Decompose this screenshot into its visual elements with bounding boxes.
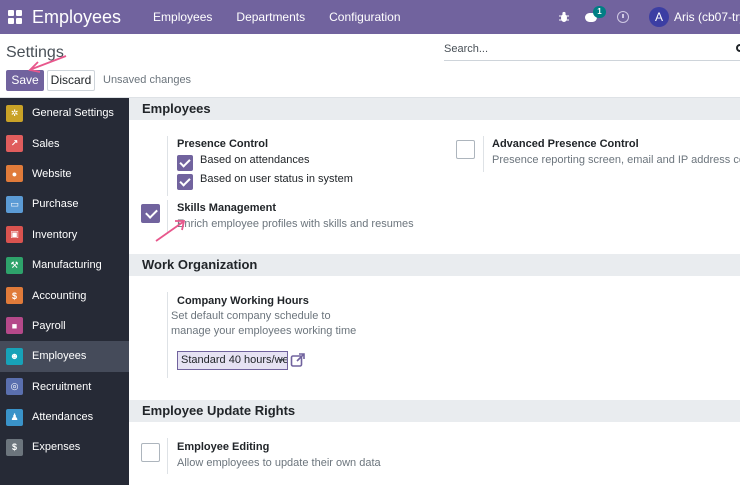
employee-editing-checkbox[interactable] xyxy=(141,443,160,462)
employee-editing-label: Employee Editing xyxy=(177,441,270,453)
section-employees-title: Employees xyxy=(129,98,740,120)
menu-configuration[interactable]: Configuration xyxy=(329,10,400,24)
sidebar-item-manufacturing[interactable]: ⚒ Manufacturing xyxy=(0,250,129,280)
box-icon: ▣ xyxy=(6,226,23,244)
sidebar-item-recruitment[interactable]: ◎ Recruitment xyxy=(0,372,129,402)
advanced-presence-description: Presence reporting screen, email and IP … xyxy=(492,154,740,166)
sidebar-item-label: General Settings xyxy=(32,107,114,120)
settings-main: Employees Presence Control Based on atte… xyxy=(129,98,740,485)
activity-clock-icon[interactable] xyxy=(617,11,629,23)
sidebar-item-inventory[interactable]: ▣ Inventory xyxy=(0,220,129,250)
external-link-icon[interactable] xyxy=(290,352,306,368)
sidebar-item-employees[interactable]: ☻ Employees xyxy=(0,341,129,372)
search-input[interactable] xyxy=(444,41,734,55)
user-name[interactable]: Aris (cb07-try01 xyxy=(674,10,740,24)
menu-employees[interactable]: Employees xyxy=(153,10,212,24)
company-working-hours-label: Company Working Hours xyxy=(177,295,309,307)
sidebar-item-label: Sales xyxy=(32,137,60,150)
sidebar-item-label: Manufacturing xyxy=(32,259,102,272)
advanced-presence-label: Advanced Presence Control xyxy=(492,138,639,150)
bug-icon[interactable] xyxy=(557,10,571,24)
app-brand[interactable]: Employees xyxy=(32,7,121,28)
sidebar-item-general-settings[interactable]: ✲ General Settings xyxy=(0,98,129,128)
sidebar-item-website[interactable]: ● Website xyxy=(0,159,129,189)
annotation-arrow-icon xyxy=(155,220,186,242)
wrench-icon: ⚒ xyxy=(6,256,23,274)
sidebar-item-expenses[interactable]: $ Expenses xyxy=(0,432,129,462)
employee-editing-description: Allow employees to update their own data xyxy=(177,457,381,469)
presence-control-label: Presence Control xyxy=(177,138,269,150)
user-clock-icon: ♟ xyxy=(6,408,23,426)
sidebar-item-label: Employees xyxy=(32,350,87,363)
working-hours-description-line2: manage your employees working time xyxy=(171,325,357,337)
sidebar-item-label: Recruitment xyxy=(32,380,92,393)
top-navbar: Employees Employees Departments Configur… xyxy=(0,0,740,34)
chat-icon[interactable]: 1 xyxy=(585,6,606,24)
sidebar-item-sales[interactable]: ↗ Sales xyxy=(0,128,129,158)
sidebar-item-attendances[interactable]: ♟ Attendances xyxy=(0,402,129,432)
doc-icon: $ xyxy=(6,287,23,305)
working-hours-select-value: Standard 40 hours/we xyxy=(181,354,288,366)
section-work-organization-title: Work Organization xyxy=(129,254,740,276)
sidebar-item-label: Payroll xyxy=(32,319,66,332)
control-panel: Settings Save Discard Unsaved changes xyxy=(0,34,740,98)
chart-icon: ↗ xyxy=(6,135,23,153)
annotation-arrow-icon xyxy=(28,55,67,73)
divider xyxy=(483,136,484,172)
based-on-user-status-label[interactable]: Based on user status in system xyxy=(200,173,353,185)
payroll-icon: ■ xyxy=(6,317,23,335)
divider xyxy=(167,292,168,378)
sidebar-item-accounting[interactable]: $ Accounting xyxy=(0,280,129,310)
gear-icon: ✲ xyxy=(6,104,23,122)
settings-sidebar: ✲ General Settings ↗ Sales ● Website ▭ P… xyxy=(0,98,129,485)
working-hours-select[interactable]: Standard 40 hours/we xyxy=(177,351,288,370)
skills-management-label: Skills Management xyxy=(177,202,277,214)
unsaved-changes-text: Unsaved changes xyxy=(103,74,192,86)
avatar[interactable]: A xyxy=(649,7,669,27)
card-icon: ▭ xyxy=(6,195,23,213)
caret-down-icon xyxy=(278,359,284,362)
sidebar-item-label: Purchase xyxy=(32,198,79,211)
sidebar-item-label: Inventory xyxy=(32,228,78,241)
sidebar-item-payroll[interactable]: ■ Payroll xyxy=(0,311,129,341)
based-on-user-status-checkbox[interactable] xyxy=(177,174,193,190)
based-on-attendances-checkbox[interactable] xyxy=(177,155,193,171)
advanced-presence-checkbox[interactable] xyxy=(456,140,475,159)
sidebar-item-label: Expenses xyxy=(32,441,81,454)
people-icon: ☻ xyxy=(6,347,23,365)
working-hours-description-line1: Set default company schedule to xyxy=(171,310,331,322)
search-icon[interactable] xyxy=(736,44,740,52)
magnifier-icon: ◎ xyxy=(6,378,23,396)
sidebar-item-label: Attendances xyxy=(32,411,94,424)
search-box xyxy=(444,41,740,61)
money-icon: $ xyxy=(6,438,23,456)
sidebar-item-label: Website xyxy=(32,167,72,180)
skills-management-description: Enrich employee profiles with skills and… xyxy=(177,218,414,230)
globe-icon: ● xyxy=(6,165,23,183)
section-update-rights-title: Employee Update Rights xyxy=(129,400,740,422)
menu-departments[interactable]: Departments xyxy=(236,10,305,24)
divider xyxy=(167,136,168,196)
based-on-attendances-label[interactable]: Based on attendances xyxy=(200,154,309,166)
chat-count-badge: 1 xyxy=(593,6,606,18)
sidebar-item-label: Accounting xyxy=(32,289,87,302)
apps-grid-icon[interactable] xyxy=(8,10,22,24)
divider xyxy=(167,438,168,474)
sidebar-item-purchase[interactable]: ▭ Purchase xyxy=(0,189,129,219)
